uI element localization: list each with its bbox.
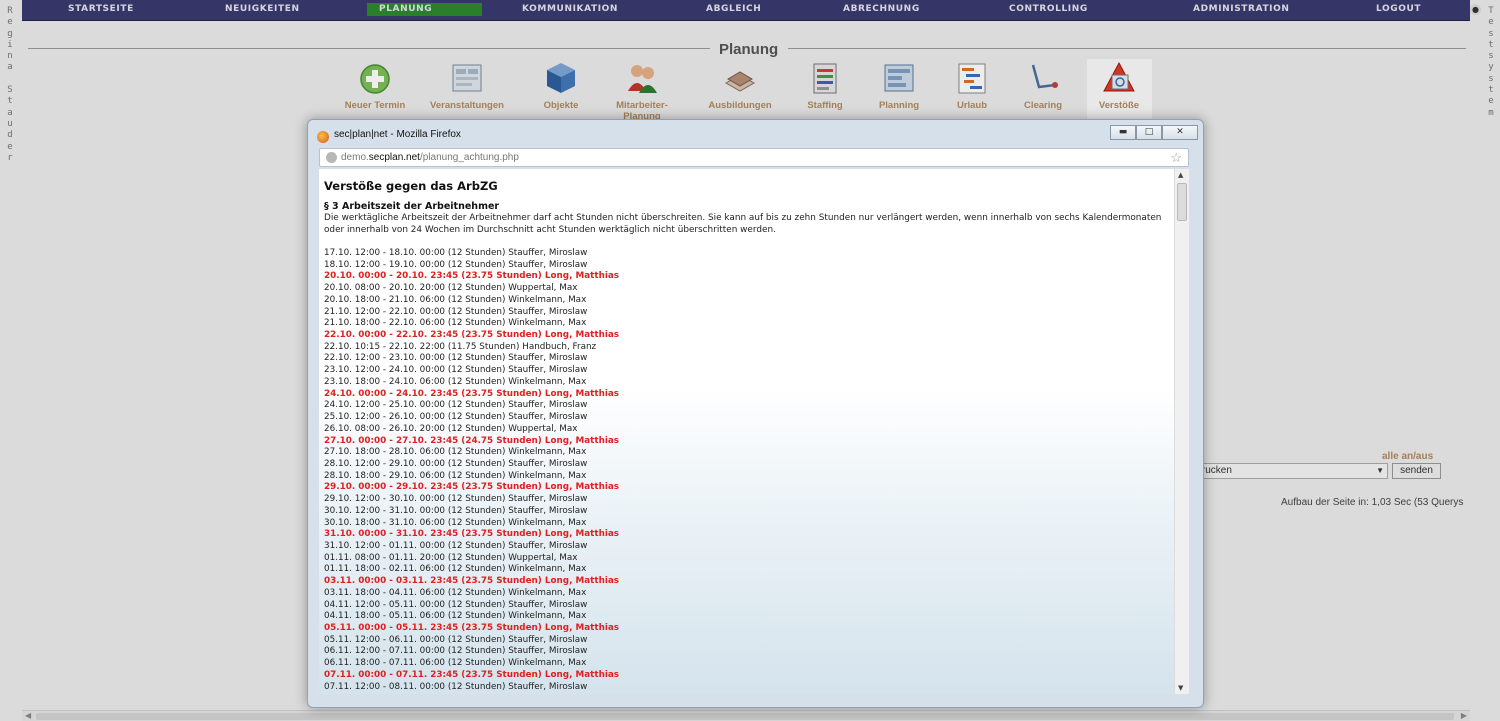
shift-row: 04.11. 12:00 - 05.11. 00:00 (12 Stunden)…: [324, 599, 588, 610]
shift-row: 20.10. 08:00 - 20.10. 20:00 (12 Stunden)…: [324, 283, 578, 294]
shift-row: 22.10. 12:00 - 23.10. 00:00 (12 Stunden)…: [324, 353, 588, 364]
shift-row: 21.10. 18:00 - 22.10. 06:00 (12 Stunden)…: [324, 318, 587, 329]
violation-row: 27.10. 00:00 - 27.10. 23:45 (24.75 Stund…: [324, 435, 620, 446]
shift-row: 07.11. 12:00 - 08.11. 00:00 (12 Stunden)…: [324, 681, 588, 692]
shift-row: 06.11. 12:00 - 07.11. 00:00 (12 Stunden)…: [324, 646, 588, 657]
violation-row: 31.10. 00:00 - 31.10. 23:45 (23.75 Stund…: [324, 529, 620, 540]
shift-row: 27.10. 18:00 - 28.10. 06:00 (12 Stunden)…: [324, 447, 587, 458]
shift-row: 29.10. 12:00 - 30.10. 00:00 (12 Stunden)…: [324, 494, 588, 505]
violation-row: 29.10. 00:00 - 29.10. 23:45 (23.75 Stund…: [324, 482, 620, 493]
scroll-down-icon[interactable]: ▼: [1178, 684, 1183, 692]
shift-row: 22.10. 10:15 - 22.10. 22:00 (11.75 Stund…: [324, 341, 597, 352]
violation-row: 07.11. 00:00 - 07.11. 23:45 (23.75 Stund…: [324, 669, 620, 680]
violation-row: 20.10. 00:00 - 20.10. 23:45 (23.75 Stund…: [324, 271, 620, 282]
minimize-button[interactable]: ▬: [1110, 125, 1136, 140]
firefox-icon: [317, 131, 329, 143]
shift-row: 03.11. 18:00 - 04.11. 06:00 (12 Stunden)…: [324, 587, 587, 598]
shift-row: 21.10. 12:00 - 22.10. 00:00 (12 Stunden)…: [324, 306, 588, 317]
violation-list: 17.10. 12:00 - 18.10. 00:00 (12 Stunden)…: [324, 248, 1169, 693]
shift-row: 24.10. 12:00 - 25.10. 00:00 (12 Stunden)…: [324, 400, 588, 411]
shift-row: 31.10. 12:00 - 01.11. 00:00 (12 Stunden)…: [324, 540, 588, 551]
url-text[interactable]: demo.secplan.net/planung_achtung.php: [341, 152, 519, 163]
shift-row: 20.10. 18:00 - 21.10. 06:00 (12 Stunden)…: [324, 294, 587, 305]
shift-row: 25.10. 12:00 - 26.10. 00:00 (12 Stunden)…: [324, 412, 588, 423]
globe-icon: [326, 152, 337, 163]
popup-vertical-scrollbar[interactable]: ▲ ▼: [1174, 169, 1189, 694]
violation-row: 24.10. 00:00 - 24.10. 23:45 (23.75 Stund…: [324, 388, 620, 399]
shift-row: 23.10. 18:00 - 24.10. 06:00 (12 Stunden)…: [324, 376, 587, 387]
scrollbar-thumb[interactable]: [1177, 183, 1187, 221]
shift-row: 30.10. 18:00 - 31.10. 06:00 (12 Stunden)…: [324, 517, 587, 528]
violation-row: 05.11. 00:00 - 05.11. 23:45 (23.75 Stund…: [324, 623, 620, 633]
shift-row: 01.11. 18:00 - 02.11. 06:00 (12 Stunden)…: [324, 564, 587, 575]
content-heading: Verstöße gegen das ArbZG: [324, 179, 498, 193]
shift-row: 28.10. 18:00 - 29.10. 06:00 (12 Stunden)…: [324, 470, 587, 481]
shift-row: 28.10. 12:00 - 29.10. 00:00 (12 Stunden)…: [324, 458, 588, 469]
bookmark-star-icon[interactable]: ☆: [1170, 150, 1182, 166]
window-controls: ▬ □ ✕: [1110, 125, 1198, 140]
shift-row: 26.10. 08:00 - 26.10. 20:00 (12 Stunden)…: [324, 423, 578, 434]
address-bar[interactable]: demo.secplan.net/planung_achtung.php ☆: [319, 148, 1189, 167]
close-button[interactable]: ✕: [1162, 125, 1198, 140]
window-title: sec|plan|net - Mozilla Firefox: [334, 129, 461, 140]
shift-row: 30.10. 12:00 - 31.10. 00:00 (12 Stunden)…: [324, 505, 588, 516]
shift-row: 06.11. 18:00 - 07.11. 06:00 (12 Stunden)…: [324, 658, 587, 669]
violation-row: 22.10. 00:00 - 22.10. 23:45 (23.75 Stund…: [324, 330, 620, 341]
shift-row: 01.11. 08:00 - 01.11. 20:00 (12 Stunden)…: [324, 552, 578, 563]
section-title: § 3 Arbeitszeit der Arbeitnehmer: [324, 201, 500, 212]
shift-row: 23.10. 12:00 - 24.10. 00:00 (12 Stunden)…: [324, 365, 588, 376]
section-text: Die werktägliche Arbeitszeit der Arbeitn…: [324, 213, 1162, 235]
scroll-up-icon[interactable]: ▲: [1178, 171, 1183, 179]
shift-row: 17.10. 12:00 - 18.10. 00:00 (12 Stunden)…: [324, 248, 588, 258]
maximize-button[interactable]: □: [1136, 125, 1162, 140]
popup-content: Verstöße gegen das ArbZG § 3 Arbeitszeit…: [319, 169, 1174, 694]
browser-popup-window: sec|plan|net - Mozilla Firefox ▬ □ ✕ dem…: [307, 119, 1204, 708]
shift-row: 04.11. 18:00 - 05.11. 06:00 (12 Stunden)…: [324, 611, 587, 622]
shift-row: 18.10. 12:00 - 19.10. 00:00 (12 Stunden)…: [324, 259, 588, 270]
shift-row: 05.11. 12:00 - 06.11. 00:00 (12 Stunden)…: [324, 634, 588, 645]
violation-row: 03.11. 00:00 - 03.11. 23:45 (23.75 Stund…: [324, 576, 620, 587]
